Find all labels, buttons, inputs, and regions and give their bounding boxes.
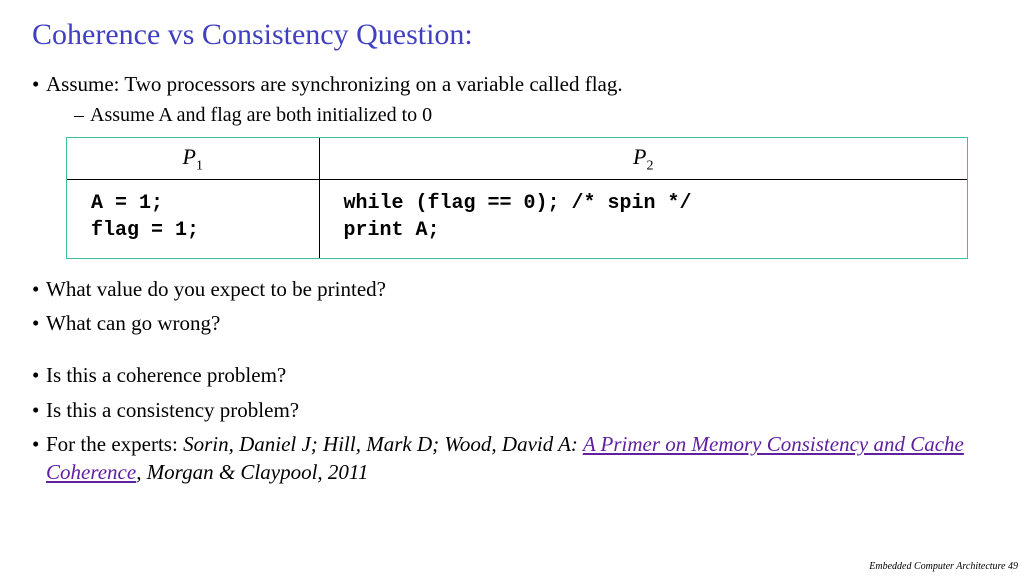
bullet-assume-text: Assume: Two processors are synchronizing… (46, 72, 623, 96)
code-p1: A = 1; flag = 1; (67, 179, 319, 258)
p1-sub: 1 (196, 159, 203, 174)
slide-title: Coherence vs Consistency Question: (32, 18, 992, 52)
bullet-q1: What value do you expect to be printed? (32, 275, 992, 303)
spacer (32, 343, 992, 361)
bullet-experts: For the experts: Sorin, Daniel J; Hill, … (32, 430, 992, 487)
experts-prefix: For the experts: (46, 432, 183, 456)
sub-assume: Assume A and flag are both initialized t… (74, 102, 992, 129)
p2-sub: 2 (646, 159, 653, 174)
code-header-p1: P1 (67, 138, 319, 179)
p1-label: P (183, 144, 196, 169)
slide-footer: Embedded Computer Architecture 49 (869, 561, 1018, 572)
slide: Coherence vs Consistency Question: Assum… (0, 0, 1024, 487)
sub-list: Assume A and flag are both initialized t… (46, 102, 992, 129)
bullet-list-top: Assume: Two processors are synchronizing… (32, 70, 992, 129)
code-table: P1 P2 A = 1; flag = 1; while (flag == 0)… (66, 137, 968, 258)
bullet-q3: Is this a coherence problem? (32, 361, 992, 389)
experts-suffix: , Morgan & Claypool, 2011 (136, 460, 368, 484)
p2-label: P (633, 144, 646, 169)
bullet-assume: Assume: Two processors are synchronizing… (32, 70, 992, 129)
experts-authors: Sorin, Daniel J; Hill, Mark D; Wood, Dav… (183, 432, 583, 456)
bullet-list-bottom: Is this a coherence problem? Is this a c… (32, 361, 992, 486)
bullet-q4: Is this a consistency problem? (32, 396, 992, 424)
bullet-list-questions: What value do you expect to be printed? … (32, 275, 992, 338)
code-header-p2: P2 (319, 138, 967, 179)
code-p2: while (flag == 0); /* spin */ print A; (319, 179, 967, 258)
bullet-q2: What can go wrong? (32, 309, 992, 337)
